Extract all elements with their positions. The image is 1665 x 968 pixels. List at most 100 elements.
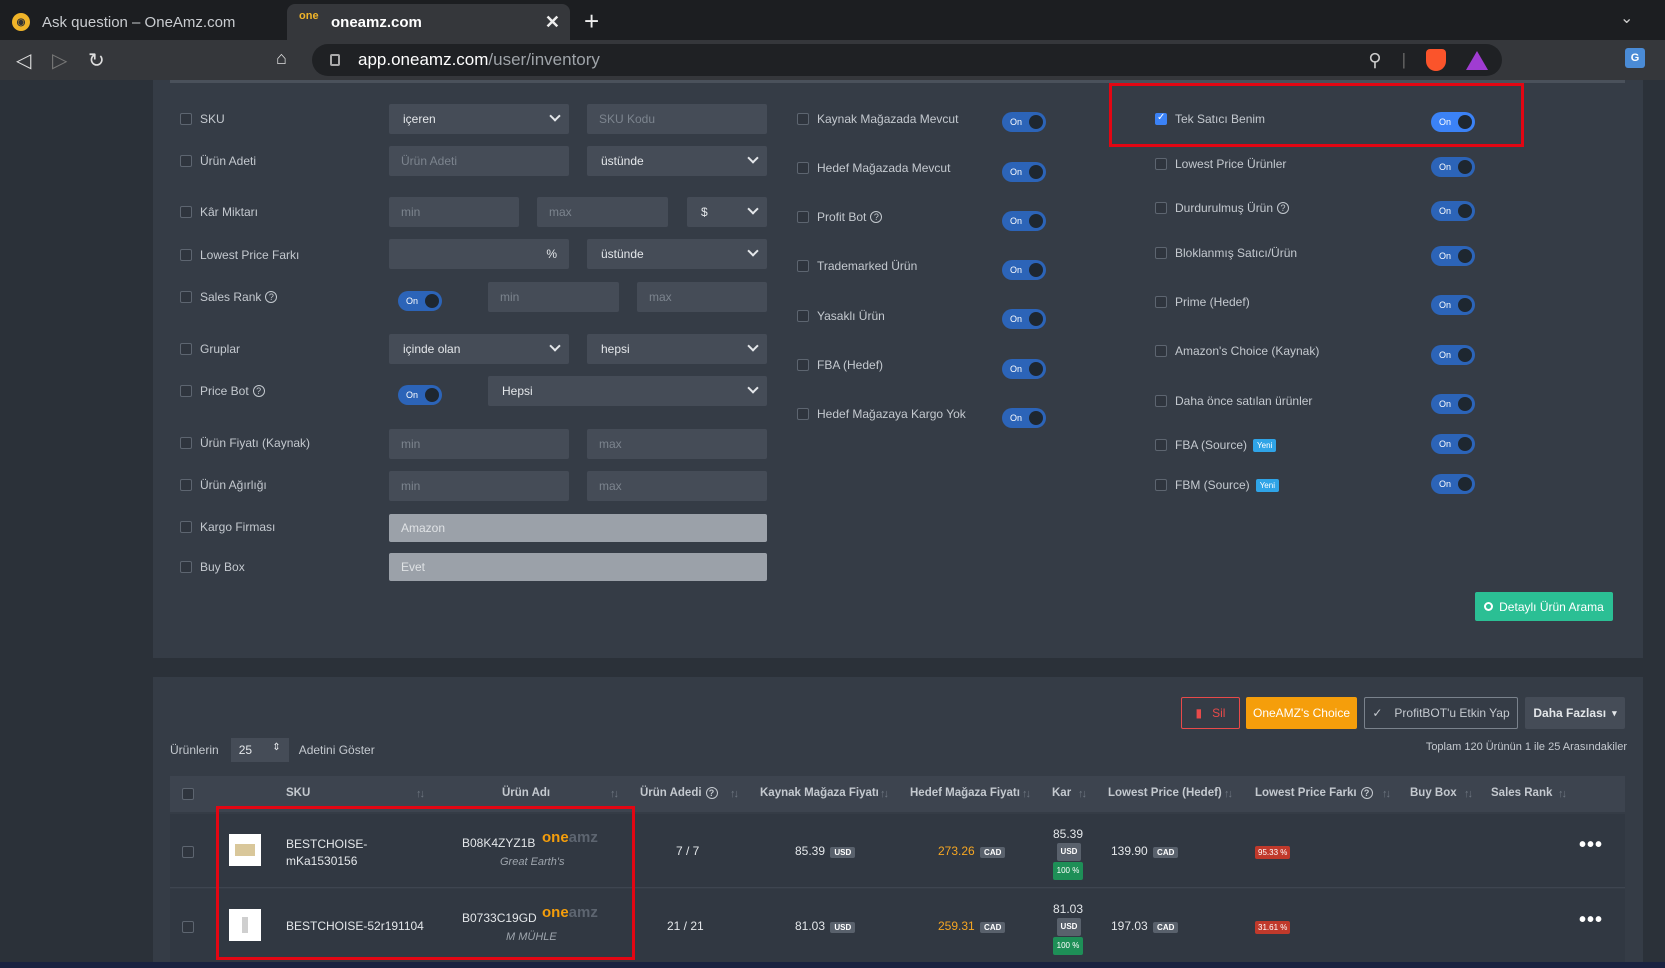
new-tab-icon[interactable]: + — [584, 6, 599, 37]
help-icon[interactable]: ? — [705, 787, 718, 799]
header-lowest-price[interactable]: Lowest Price (Hedef) — [1108, 787, 1222, 799]
delete-button[interactable]: ▮ Sil — [1181, 697, 1240, 729]
quantity-input[interactable]: Ürün Adeti — [389, 146, 569, 176]
checkbox[interactable] — [1155, 202, 1167, 214]
filter-amazons-choice[interactable]: Amazon's Choice (Kaynak) — [1155, 344, 1319, 358]
checkbox[interactable] — [797, 359, 809, 371]
help-icon[interactable]: ? — [252, 385, 265, 397]
source-price-max-input[interactable]: max — [587, 429, 767, 459]
filter-source-available[interactable]: Kaynak Mağazada Mevcut — [797, 112, 958, 126]
fba-source-toggle[interactable]: On — [1431, 434, 1475, 454]
checkbox[interactable] — [180, 291, 192, 303]
checkbox[interactable] — [1155, 479, 1167, 491]
trademarked-toggle[interactable]: On — [1002, 260, 1046, 280]
fbm-source-toggle[interactable]: On — [1431, 474, 1475, 494]
sort-icon[interactable]: ↑↓ — [880, 788, 889, 800]
blocked-toggle[interactable]: On — [1431, 246, 1475, 266]
price-bot-toggle[interactable]: On — [398, 385, 442, 405]
profit-bot-toggle[interactable]: On — [1002, 211, 1046, 231]
filter-prime[interactable]: Prime (Hedef) — [1155, 295, 1250, 309]
source-price-min-input[interactable]: min — [389, 429, 569, 459]
filter-sales-rank[interactable]: Sales Rank? — [180, 290, 278, 304]
checkbox[interactable] — [180, 206, 192, 218]
checkbox[interactable] — [180, 155, 192, 167]
sort-icon[interactable]: ↑↓ — [1382, 788, 1391, 800]
sort-icon[interactable]: ↑↓ — [1224, 788, 1233, 800]
previously-sold-toggle[interactable]: On — [1431, 394, 1475, 414]
header-buy-box[interactable]: Buy Box — [1410, 787, 1457, 799]
checkbox[interactable] — [180, 249, 192, 261]
lowest-price-diff-operator-select[interactable]: üstünde — [587, 239, 767, 269]
sales-rank-max-input[interactable]: max — [637, 282, 767, 312]
checkbox[interactable] — [180, 521, 192, 533]
header-product-name[interactable]: Ürün Adı — [502, 787, 550, 799]
header-source-price[interactable]: Kaynak Mağaza Fiyatı — [760, 787, 879, 799]
filter-sole-seller[interactable]: Tek Satıcı Benim — [1155, 112, 1265, 126]
checkbox[interactable] — [797, 408, 809, 420]
profit-max-input[interactable]: max — [537, 197, 668, 227]
sort-icon[interactable]: ↑↓ — [1558, 788, 1567, 800]
checkbox[interactable] — [1155, 345, 1167, 357]
more-button[interactable]: Daha Fazlası ▾ — [1525, 697, 1625, 729]
lowest-price-diff-input[interactable]: % — [389, 239, 569, 269]
bookmark-icon[interactable]: ⌂ — [276, 48, 287, 69]
no-shipping-toggle[interactable]: On — [1002, 408, 1046, 428]
address-bar[interactable]: app.oneamz.com/user/inventory ⚲ | — [312, 44, 1502, 76]
filter-profit-bot[interactable]: Profit Bot? — [797, 210, 883, 224]
checkbox[interactable] — [180, 479, 192, 491]
header-sales-rank[interactable]: Sales Rank — [1491, 787, 1552, 799]
filter-groups[interactable]: Gruplar — [180, 342, 240, 356]
filter-banned[interactable]: Yasaklı Ürün — [797, 309, 885, 323]
filter-buy-box[interactable]: Buy Box — [180, 560, 245, 574]
header-profit[interactable]: Kar — [1052, 787, 1071, 799]
help-icon[interactable]: ? — [1360, 787, 1373, 799]
filter-target-available[interactable]: Hedef Mağazada Mevcut — [797, 161, 950, 175]
filter-no-shipping[interactable]: Hedef Mağazaya Kargo Yok — [797, 407, 966, 421]
sort-icon[interactable]: ↑↓ — [1078, 788, 1087, 800]
checkbox[interactable] — [180, 385, 192, 397]
sku-operator-select[interactable]: içeren — [389, 104, 569, 134]
checkbox[interactable] — [797, 162, 809, 174]
sales-rank-toggle[interactable]: On — [398, 291, 442, 311]
buy-box-input[interactable]: Evet — [389, 553, 767, 581]
checkbox[interactable] — [1155, 158, 1167, 170]
brave-shield-icon[interactable] — [1426, 49, 1446, 71]
profit-min-input[interactable]: min — [389, 197, 519, 227]
row-checkbox[interactable] — [182, 846, 194, 858]
checkbox[interactable] — [180, 343, 192, 355]
sort-icon[interactable]: ↑↓ — [1022, 788, 1031, 800]
page-size-select[interactable]: 25 — [230, 738, 289, 762]
weight-max-input[interactable]: max — [587, 471, 767, 501]
help-icon[interactable]: ? — [1277, 202, 1290, 214]
filter-sku[interactable]: SKU — [180, 112, 225, 126]
sales-rank-min-input[interactable]: min — [488, 282, 619, 312]
cargo-input[interactable]: Amazon — [389, 514, 767, 542]
filter-lowest-price-products[interactable]: Lowest Price Ürünler — [1155, 157, 1286, 171]
sort-icon[interactable]: ↑↓ — [610, 788, 619, 800]
sku-code-input[interactable]: SKU Kodu — [587, 104, 767, 134]
group-operator-select[interactable]: içinde olan — [389, 334, 569, 364]
profit-currency-select[interactable]: $ — [687, 197, 767, 227]
help-icon[interactable]: ? — [265, 291, 278, 303]
target-available-toggle[interactable]: On — [1002, 162, 1046, 182]
source-available-toggle[interactable]: On — [1002, 112, 1046, 132]
row-menu-icon[interactable]: ••• — [1579, 909, 1603, 932]
checkbox-checked[interactable] — [1155, 112, 1167, 125]
filter-fba-target[interactable]: FBA (Hedef) — [797, 358, 883, 372]
sort-icon[interactable]: ↑↓ — [730, 788, 739, 800]
filter-fba-source[interactable]: FBA (Source) Yeni — [1155, 438, 1277, 452]
amazons-choice-toggle[interactable]: On — [1431, 345, 1475, 365]
checkbox[interactable] — [180, 437, 192, 449]
row-menu-icon[interactable]: ••• — [1579, 834, 1603, 857]
fba-target-toggle[interactable]: On — [1002, 359, 1046, 379]
filter-weight[interactable]: Ürün Ağırlığı — [180, 478, 267, 492]
filter-fbm-source[interactable]: FBM (Source) Yeni — [1155, 478, 1279, 492]
select-all-checkbox[interactable] — [182, 788, 194, 800]
checkbox[interactable] — [1155, 395, 1167, 407]
close-tab-icon[interactable]: ✕ — [545, 12, 560, 33]
back-icon[interactable]: ◁ — [16, 48, 31, 73]
sort-icon[interactable]: ↑↓ — [416, 788, 425, 800]
forward-icon[interactable]: ▷ — [52, 48, 67, 73]
weight-min-input[interactable]: min — [389, 471, 569, 501]
group-select[interactable]: hepsi — [587, 334, 767, 364]
